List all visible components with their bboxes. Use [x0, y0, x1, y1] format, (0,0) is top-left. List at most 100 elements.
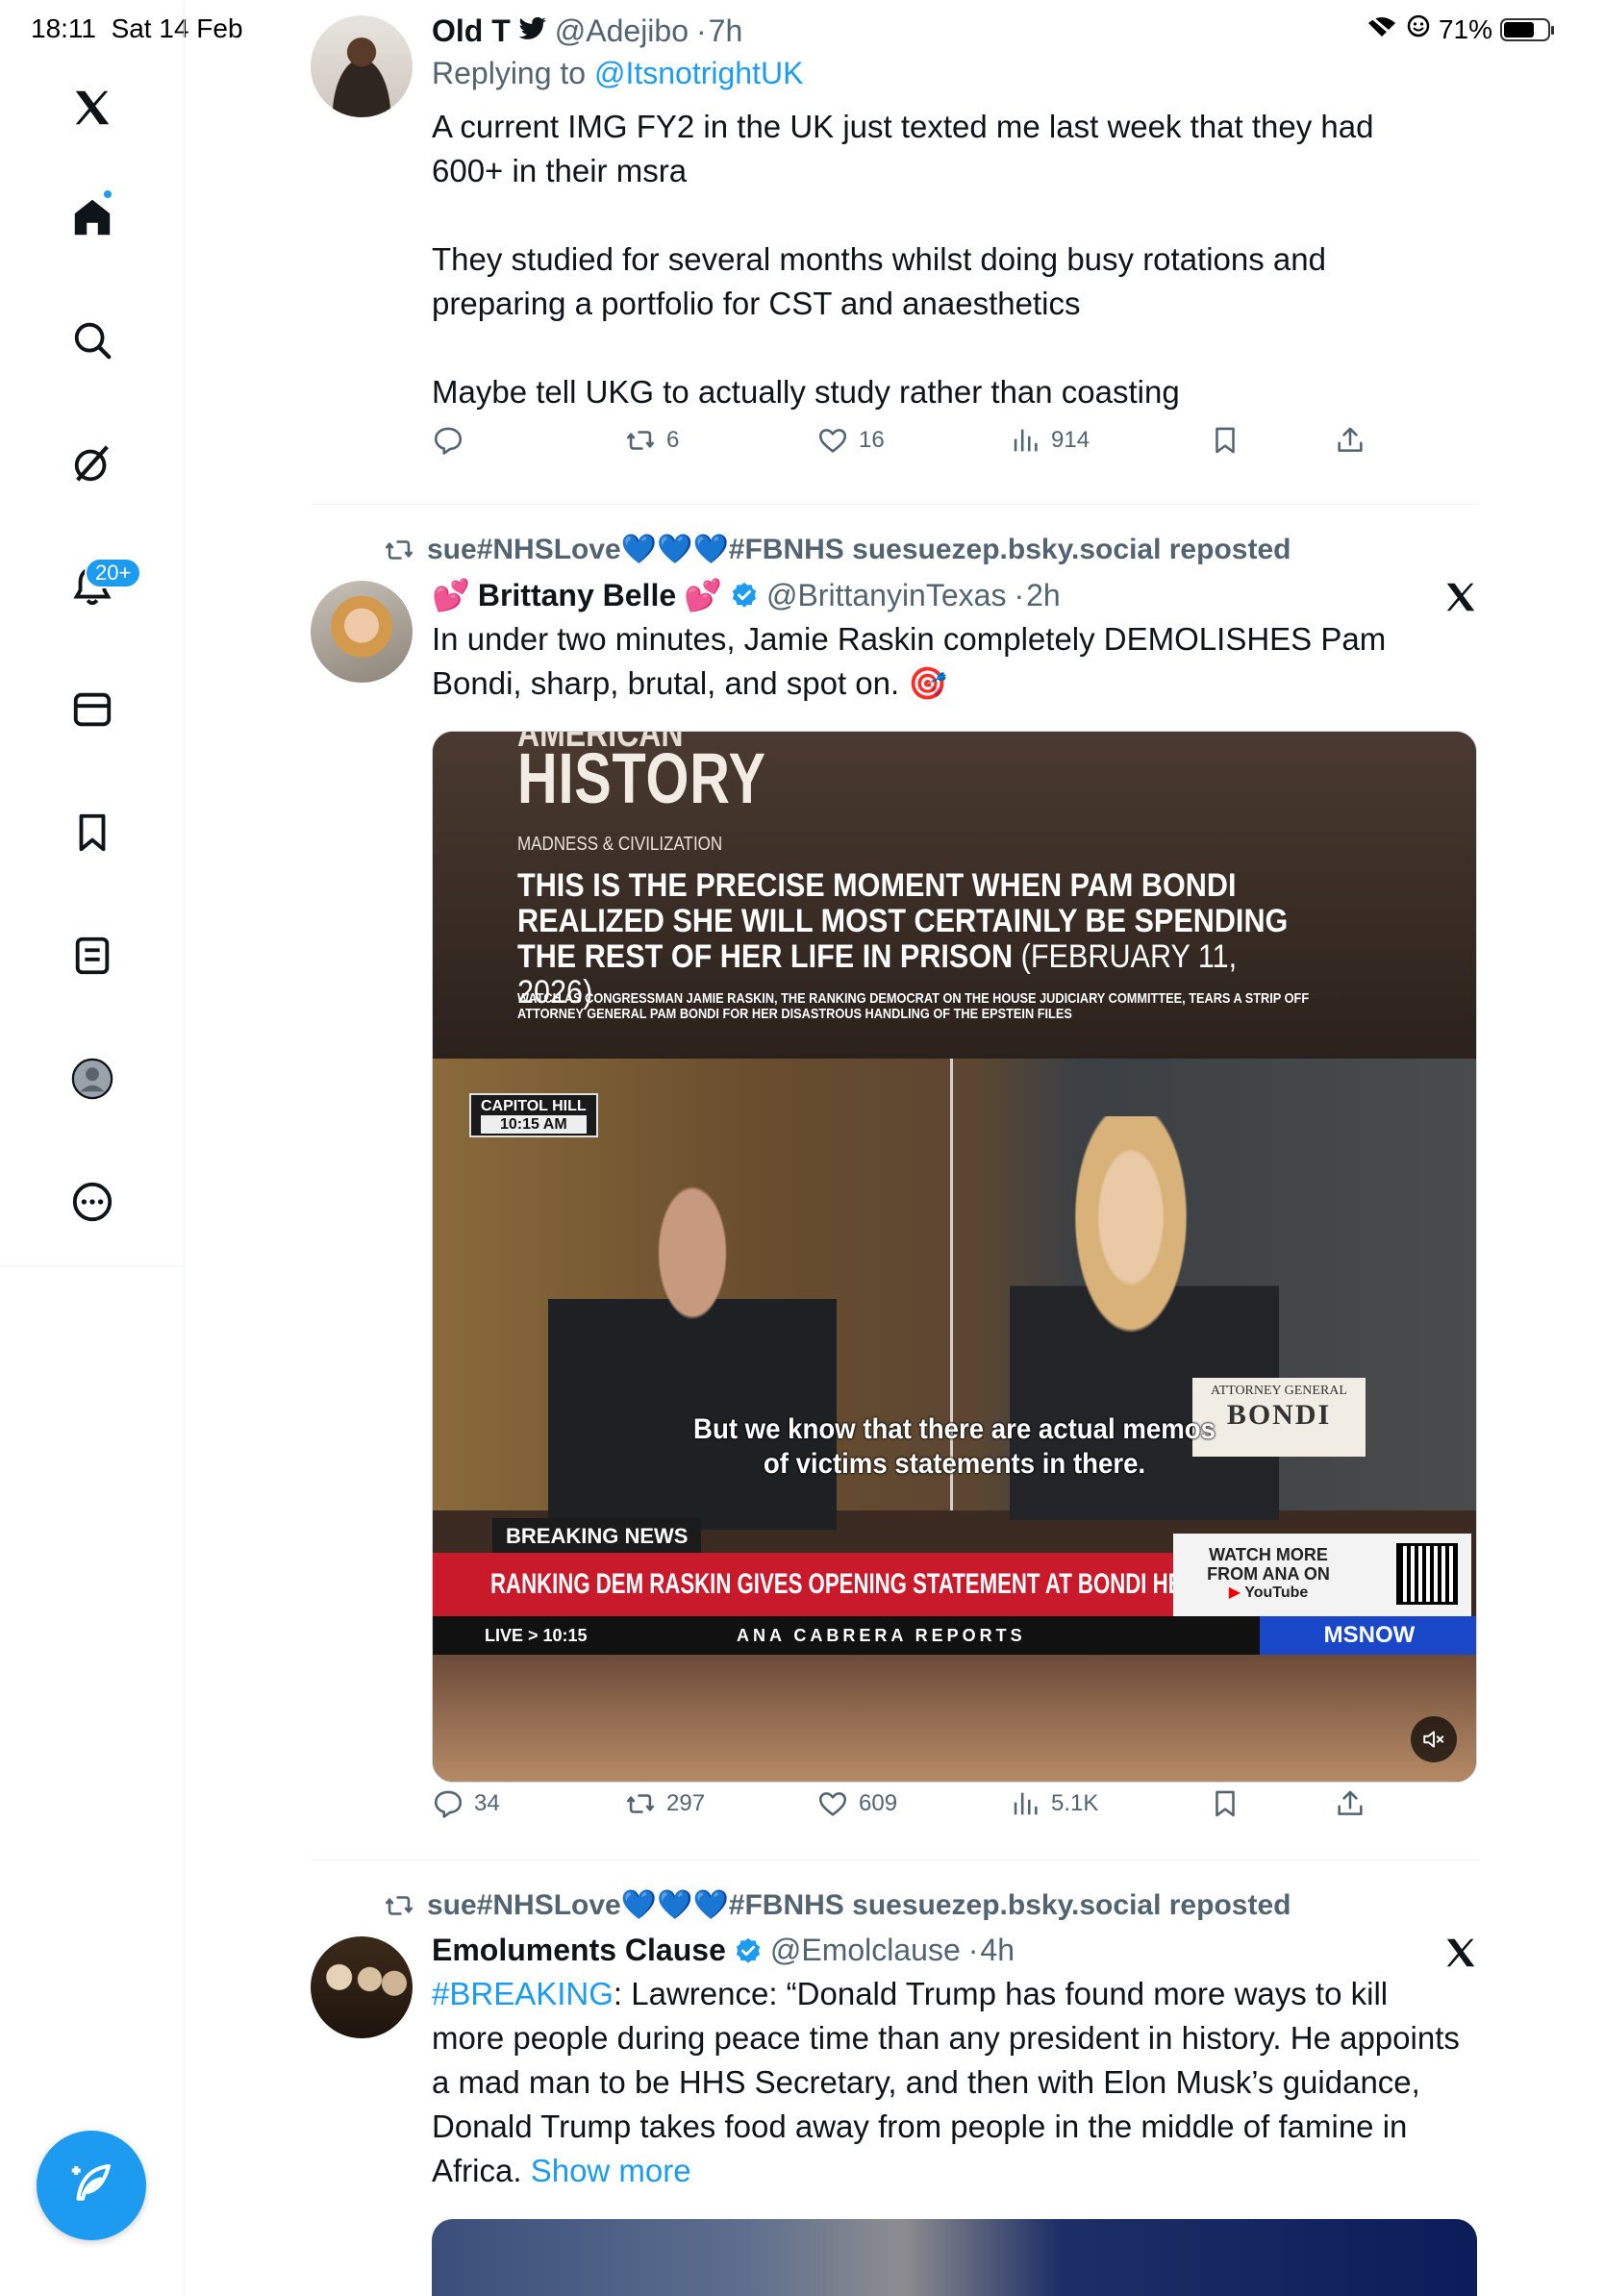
tweet-text: A current IMG FY2 in the UK just texted … [432, 105, 1422, 414]
watch-more-text: WATCH MORE FROM ANA ON [1207, 1545, 1330, 1584]
repost-button[interactable]: 297 [624, 1787, 705, 1820]
location-tag: CAPITOL HILL 10:15 AM [469, 1093, 598, 1137]
tweet-time[interactable]: 2h [1026, 578, 1061, 613]
repost-count: 6 [666, 427, 680, 453]
repost-context[interactable]: sue#NHSLove💙💙💙#FBNHS suesuezep.bsky.soci… [383, 533, 1291, 566]
youtube-label: ▶ YouTube [1187, 1584, 1350, 1603]
notifications-badge: 20+ [85, 558, 142, 589]
news-ticker: RANKING DEM RASKIN GIVES OPENING STATEME… [433, 1553, 1251, 1616]
search-icon[interactable] [63, 312, 121, 369]
video-caption: WATCH AS CONGRESSMAN JAMIE RASKIN, THE R… [517, 990, 1310, 1022]
repost-count: 297 [666, 1790, 706, 1816]
repost-icon [385, 539, 414, 560]
reposted-by-text: sue#NHSLove💙💙💙#FBNHS suesuezep.bsky.soci… [427, 1889, 1291, 1921]
tweet-time[interactable]: 7h [709, 13, 743, 49]
replying-label: Replying to [432, 56, 587, 90]
qr-code-icon [1396, 1543, 1458, 1605]
show-name: ANA CABRERA REPORTS [737, 1625, 1026, 1645]
tweet-paragraph: Maybe tell UKG to actually study rather … [432, 374, 1180, 410]
bookmark-icon [1216, 427, 1235, 454]
youtube-icon: ▶ [1228, 1585, 1241, 1601]
muted-speaker-icon [1423, 1731, 1444, 1748]
tweet-paragraph: A current IMG FY2 in the UK just texted … [432, 109, 1374, 188]
bookmark-button[interactable] [1209, 424, 1241, 457]
video-subtitle: But we know that there are actual memos o… [474, 1412, 1434, 1482]
tweet-divider [312, 1859, 1479, 1860]
author-handle[interactable]: @Emolclause [770, 1933, 961, 1968]
views-count: 5.1K [1051, 1790, 1099, 1816]
compose-icon [65, 2158, 117, 2214]
replying-to-link[interactable]: @ItsnotrightUK [594, 56, 803, 90]
like-button[interactable]: 16 [816, 424, 885, 457]
profile-icon[interactable] [63, 1050, 121, 1108]
share-button[interactable] [1334, 1787, 1366, 1820]
network-name: MSNOW [1323, 1622, 1416, 1648]
compose-button[interactable] [37, 2131, 146, 2240]
tweet-paragraph: They studied for several months whilst d… [432, 241, 1326, 321]
sidebar-divider [0, 1265, 185, 1266]
author-name[interactable]: Old T [432, 13, 511, 49]
views-button[interactable]: 5.1K [1009, 1787, 1098, 1820]
lists-icon[interactable] [63, 927, 121, 985]
like-button[interactable]: 609 [816, 1787, 897, 1820]
views-button[interactable]: 914 [1009, 424, 1090, 457]
repost-icon [385, 1895, 414, 1915]
heart-icon [818, 429, 847, 453]
reply-icon [434, 427, 463, 455]
messages-icon[interactable] [63, 681, 121, 738]
like-count: 609 [859, 1790, 898, 1816]
like-count: 16 [859, 427, 885, 453]
x-logo-icon[interactable] [1442, 1934, 1479, 1971]
tweet-media-preview[interactable] [432, 2219, 1477, 2296]
bookmarks-icon[interactable] [63, 804, 121, 861]
bookmark-button[interactable] [1209, 1787, 1241, 1820]
breaking-news-label: BREAKING NEWS [492, 1518, 702, 1555]
youtube-text: YouTube [1244, 1585, 1309, 1601]
x-logo-icon[interactable] [63, 79, 121, 137]
mute-button[interactable] [1411, 1716, 1457, 1762]
video-headline: THIS IS THE PRECISE MOMENT WHEN PAM BOND… [517, 868, 1314, 1011]
views-icon [1014, 429, 1038, 452]
hashtag-link[interactable]: #BREAKING [432, 1976, 614, 2011]
video-header-graphic: AMERICAN HISTORY MADNESS & CIVILIZATION … [433, 732, 1476, 1059]
verified-badge-icon [730, 581, 759, 610]
author-name[interactable]: Emoluments Clause [432, 1933, 726, 1968]
video-bottom-frame [433, 1655, 1476, 1782]
separator-dot: · [1014, 577, 1025, 612]
reposted-by-text: sue#NHSLove💙💙💙#FBNHS suesuezep.bsky.soci… [427, 534, 1291, 565]
author-handle[interactable]: @Adejibo [555, 13, 689, 49]
tweet-header: Emoluments Clause @Emolclause · 4h [432, 1933, 1479, 1968]
location-time: 10:15 AM [481, 1115, 587, 1134]
twitter-bird-icon [518, 13, 547, 49]
repost-context[interactable]: sue#NHSLove💙💙💙#FBNHS suesuezep.bsky.soci… [383, 1888, 1291, 1922]
name-emoji: 💕 [684, 578, 722, 612]
author-handle[interactable]: @BrittanyinTexas [766, 578, 1006, 613]
avatar[interactable] [311, 1936, 413, 2038]
share-icon [1338, 1790, 1363, 1815]
brand-title: HISTORY [517, 738, 766, 818]
share-button[interactable] [1334, 424, 1366, 457]
show-more-link[interactable]: Show more [531, 2153, 691, 2188]
tweet-video[interactable]: AMERICAN HISTORY MADNESS & CIVILIZATION … [432, 731, 1477, 1783]
tweet-time[interactable]: 4h [980, 1933, 1015, 1968]
tweet-text: #BREAKING: Lawrence: “Donald Trump has f… [432, 1972, 1461, 2193]
battery-icon [1500, 17, 1554, 41]
tweet-header: 💕 Brittany Belle 💕 @BrittanyinTexas · 2h [432, 577, 1479, 613]
brand-subtitle: MADNESS & CIVILIZATION [517, 834, 723, 855]
verified-badge-icon [734, 1936, 763, 1965]
x-logo-icon[interactable] [1442, 579, 1479, 615]
author-name[interactable]: Brittany Belle [478, 578, 676, 613]
views-icon [1014, 1792, 1038, 1815]
home-icon[interactable] [63, 188, 121, 246]
avatar[interactable] [311, 15, 413, 117]
reply-icon [434, 1790, 463, 1818]
avatar[interactable] [311, 581, 413, 683]
share-icon [1338, 427, 1363, 452]
tweet-header: Old T @Adejibo · 7h [432, 13, 1479, 49]
more-icon[interactable] [63, 1173, 121, 1231]
repost-button[interactable]: 6 [624, 424, 679, 457]
reply-button[interactable]: 34 [432, 1787, 500, 1820]
reply-button[interactable] [432, 424, 464, 457]
grok-icon[interactable] [63, 435, 121, 492]
separator-dot: · [696, 13, 707, 48]
